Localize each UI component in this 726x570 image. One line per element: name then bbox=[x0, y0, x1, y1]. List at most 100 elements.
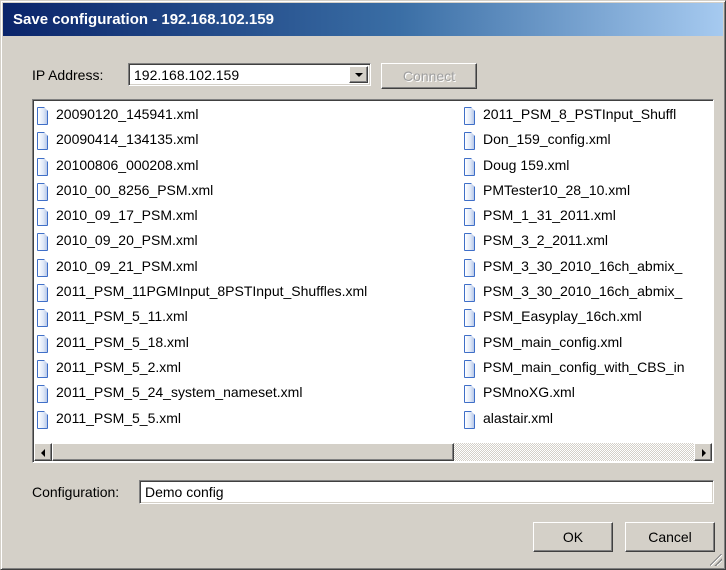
file-name: 2011_PSM_5_5.xml bbox=[56, 409, 182, 426]
xml-file-icon bbox=[464, 258, 475, 277]
file-list-item[interactable]: 20090120_145941.xml bbox=[37, 104, 461, 129]
file-list-item[interactable]: 2011_PSM_5_18.xml bbox=[37, 332, 461, 357]
xml-file-icon bbox=[464, 385, 475, 404]
file-list-item[interactable]: Doug 159.xml bbox=[464, 155, 713, 180]
title-bar[interactable]: Save configuration - 192.168.102.159 bbox=[3, 3, 723, 36]
file-name: 2011_PSM_5_2.xml bbox=[56, 358, 182, 375]
xml-file-icon bbox=[37, 410, 48, 429]
xml-file-icon bbox=[464, 132, 475, 151]
xml-file-icon bbox=[37, 233, 48, 252]
xml-file-icon bbox=[37, 132, 48, 151]
file-name: PSM_3_2_2011.xml bbox=[483, 232, 609, 249]
file-list-item[interactable]: PSM_3_30_2010_16ch_abmix_ bbox=[464, 256, 713, 281]
file-name: 20090414_134135.xml bbox=[56, 131, 199, 148]
file-list-item[interactable]: PSM_3_2_2011.xml bbox=[464, 230, 713, 255]
file-name: 2011_PSM_11PGMInput_8PSTInput_Shuffles.x… bbox=[56, 283, 368, 300]
xml-file-icon bbox=[464, 410, 475, 429]
file-list-item[interactable]: alastair.xml bbox=[464, 408, 713, 433]
chevron-down-icon bbox=[355, 73, 363, 77]
connect-button[interactable]: Connect bbox=[381, 63, 477, 89]
file-list-item[interactable]: 2010_09_20_PSM.xml bbox=[37, 230, 461, 255]
cancel-button[interactable]: Cancel bbox=[625, 522, 715, 552]
file-list-item[interactable]: 2011_PSM_5_5.xml bbox=[37, 408, 461, 433]
configuration-label: Configuration: bbox=[32, 484, 120, 500]
file-name: 2011_PSM_8_PSTInput_Shuffl bbox=[483, 106, 677, 122]
file-list-item[interactable]: 20100806_000208.xml bbox=[37, 155, 461, 180]
scroll-right-button[interactable] bbox=[694, 443, 712, 461]
xml-file-icon bbox=[464, 359, 475, 378]
xml-file-icon bbox=[37, 157, 48, 176]
file-name: PSMnoXG.xml bbox=[483, 384, 575, 401]
file-name: PSM_Easyplay_16ch.xml bbox=[483, 308, 642, 325]
file-list-item[interactable]: PMTester10_28_10.xml bbox=[464, 180, 713, 205]
ip-dropdown-button[interactable] bbox=[349, 66, 368, 83]
file-list-item[interactable]: PSM_main_config_with_CBS_in bbox=[464, 357, 713, 382]
file-list-item[interactable]: 2011_PSM_5_11.xml bbox=[37, 306, 461, 331]
file-name: 2010_09_20_PSM.xml bbox=[56, 232, 198, 249]
file-list-item[interactable]: 2010_00_8256_PSM.xml bbox=[37, 180, 461, 205]
file-list-item[interactable]: PSMnoXG.xml bbox=[464, 382, 713, 407]
xml-file-icon bbox=[37, 107, 48, 125]
file-name: 20090120_145941.xml bbox=[56, 106, 199, 122]
file-list-item[interactable]: PSM_main_config.xml bbox=[464, 332, 713, 357]
file-list-item[interactable]: 2011_PSM_5_2.xml bbox=[37, 357, 461, 382]
xml-file-icon bbox=[464, 233, 475, 252]
xml-file-icon bbox=[37, 258, 48, 277]
file-name: 2010_09_17_PSM.xml bbox=[56, 207, 198, 224]
file-list-column-1: 20090120_145941.xml 20090414_134135.xml 20… bbox=[37, 104, 461, 433]
ip-address-value: 192.168.102.159 bbox=[134, 67, 240, 83]
file-name: PSM_3_30_2010_16ch_abmix_ bbox=[483, 257, 683, 274]
ip-address-label: IP Address: bbox=[32, 67, 104, 83]
file-list-item[interactable]: PSM_1_31_2011.xml bbox=[464, 205, 713, 230]
file-name: Don_159_config.xml bbox=[483, 131, 611, 148]
xml-file-icon bbox=[464, 157, 475, 176]
xml-file-icon bbox=[464, 182, 475, 201]
file-list-item[interactable]: 2011_PSM_5_24_system_nameset.xml bbox=[37, 382, 461, 407]
resize-grip[interactable] bbox=[710, 554, 722, 566]
file-list[interactable]: 20090120_145941.xml 20090414_134135.xml 20… bbox=[32, 99, 714, 463]
xml-file-icon bbox=[464, 107, 475, 125]
file-name: PSM_main_config_with_CBS_in bbox=[483, 358, 685, 375]
file-list-item[interactable]: 2010_09_21_PSM.xml bbox=[37, 256, 461, 281]
scroll-right-arrow-icon bbox=[702, 449, 706, 457]
file-name: PSM_main_config.xml bbox=[483, 333, 623, 350]
file-list-item[interactable]: 2011_PSM_8_PSTInput_Shuffl bbox=[464, 104, 713, 129]
file-name: 2011_PSM_5_18.xml bbox=[56, 333, 189, 350]
xml-file-icon bbox=[464, 334, 475, 353]
xml-file-icon bbox=[464, 284, 475, 303]
xml-file-icon bbox=[464, 208, 475, 227]
file-name: PSM_3_30_2010_16ch_abmix_ bbox=[483, 283, 683, 300]
xml-file-icon bbox=[37, 309, 48, 328]
file-list-column-2: 2011_PSM_8_PSTInput_Shuffl Don_159_config… bbox=[464, 104, 713, 433]
dialog-title: Save configuration - 192.168.102.159 bbox=[13, 11, 274, 28]
xml-file-icon bbox=[37, 284, 48, 303]
file-name: alastair.xml bbox=[483, 409, 554, 426]
file-name: 2011_PSM_5_24_system_nameset.xml bbox=[56, 384, 303, 401]
xml-file-icon bbox=[37, 385, 48, 404]
file-name: 2010_09_21_PSM.xml bbox=[56, 257, 198, 274]
file-name: 2010_00_8256_PSM.xml bbox=[56, 181, 214, 198]
ok-button[interactable]: OK bbox=[533, 522, 613, 552]
file-list-item[interactable]: 2010_09_17_PSM.xml bbox=[37, 205, 461, 230]
file-name: 20100806_000208.xml bbox=[56, 156, 199, 173]
scroll-left-button[interactable] bbox=[34, 443, 52, 461]
file-name: Doug 159.xml bbox=[483, 156, 570, 173]
scrollbar-thumb[interactable] bbox=[52, 443, 454, 461]
file-list-item[interactable]: 20090414_134135.xml bbox=[37, 129, 461, 154]
file-name: PMTester10_28_10.xml bbox=[483, 181, 631, 198]
file-list-item[interactable]: Don_159_config.xml bbox=[464, 129, 713, 154]
xml-file-icon bbox=[464, 309, 475, 328]
ip-address-combobox[interactable]: 192.168.102.159 bbox=[128, 63, 371, 86]
configuration-name-input[interactable]: Demo config bbox=[139, 480, 714, 504]
scroll-left-arrow-icon bbox=[41, 449, 45, 457]
xml-file-icon bbox=[37, 334, 48, 353]
file-list-item[interactable]: PSM_3_30_2010_16ch_abmix_ bbox=[464, 281, 713, 306]
xml-file-icon bbox=[37, 182, 48, 201]
file-list-item[interactable]: 2011_PSM_11PGMInput_8PSTInput_Shuffles.x… bbox=[37, 281, 461, 306]
xml-file-icon bbox=[37, 359, 48, 378]
horizontal-scrollbar[interactable] bbox=[34, 443, 712, 461]
xml-file-icon bbox=[37, 208, 48, 227]
file-list-item[interactable]: PSM_Easyplay_16ch.xml bbox=[464, 306, 713, 331]
save-configuration-dialog: Save configuration - 192.168.102.159 IP … bbox=[0, 0, 726, 570]
file-name: PSM_1_31_2011.xml bbox=[483, 207, 616, 224]
